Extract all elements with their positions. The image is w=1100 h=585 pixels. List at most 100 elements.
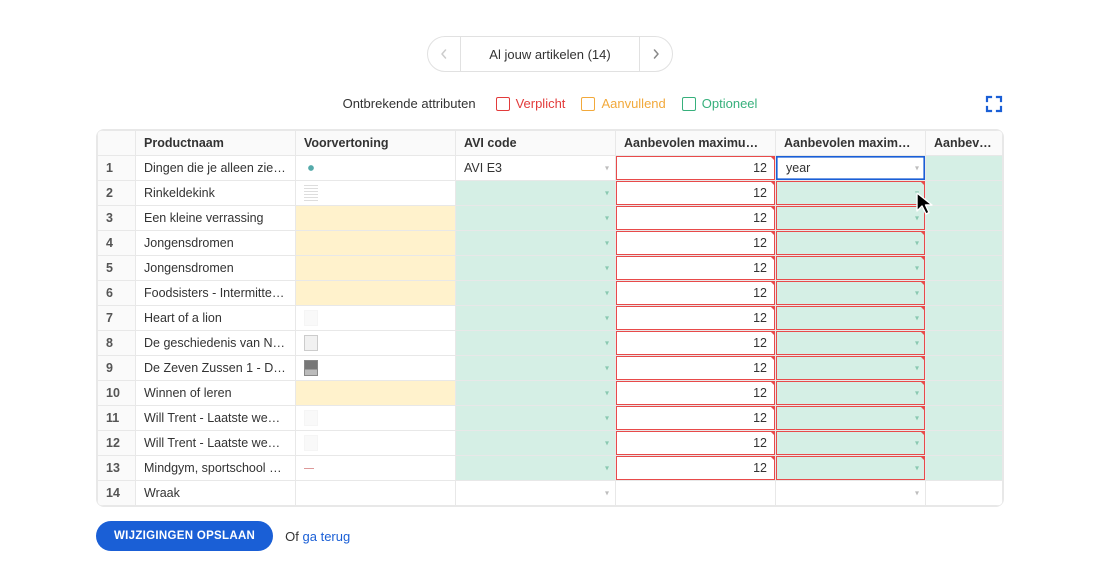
cell-age-unit-dropdown[interactable]	[776, 231, 926, 256]
cell-age-unit-dropdown[interactable]	[776, 481, 926, 506]
cell-thumbnail[interactable]	[296, 181, 456, 206]
cell-avi-dropdown[interactable]	[456, 331, 616, 356]
cell-age-unit-dropdown[interactable]	[776, 181, 926, 206]
back-link[interactable]: ga terug	[303, 529, 351, 544]
cell-avi-dropdown[interactable]	[456, 356, 616, 381]
cell-productnaam[interactable]: De Zeven Zussen 1 - De zev...	[136, 356, 296, 381]
cell-max-age[interactable]	[616, 481, 776, 506]
cell-thumbnail[interactable]	[296, 406, 456, 431]
col-header-name[interactable]: Productnaam	[136, 131, 296, 156]
cell-age-unit-dropdown[interactable]	[776, 256, 926, 281]
cell-age-unit-dropdown[interactable]	[776, 381, 926, 406]
cell-min-age[interactable]	[926, 231, 1003, 256]
col-header-last[interactable]: Aanbevolen min	[926, 131, 1003, 156]
cell-thumbnail[interactable]	[296, 456, 456, 481]
cell-avi-dropdown[interactable]	[456, 456, 616, 481]
row-index: 5	[98, 256, 136, 281]
cell-thumbnail[interactable]	[296, 231, 456, 256]
cell-thumbnail[interactable]	[296, 156, 456, 181]
cell-max-age[interactable]: 12	[616, 281, 776, 306]
pager-prev-button[interactable]	[427, 36, 461, 72]
cell-age-unit-dropdown[interactable]	[776, 306, 926, 331]
cell-min-age[interactable]	[926, 156, 1003, 181]
thumbnail-icon	[304, 410, 318, 426]
cell-productnaam[interactable]: Will Trent - Laatste weduwe	[136, 431, 296, 456]
cell-max-age[interactable]: 12	[616, 406, 776, 431]
cell-thumbnail[interactable]	[296, 331, 456, 356]
col-header-thumb[interactable]: Voorvertoning	[296, 131, 456, 156]
cell-min-age[interactable]	[926, 181, 1003, 206]
cell-max-age[interactable]: 12	[616, 181, 776, 206]
cell-min-age[interactable]	[926, 481, 1003, 506]
cell-min-age[interactable]	[926, 431, 1003, 456]
cell-min-age[interactable]	[926, 206, 1003, 231]
cell-age-unit-dropdown[interactable]	[776, 356, 926, 381]
cell-thumbnail[interactable]	[296, 356, 456, 381]
pager-next-button[interactable]	[639, 36, 673, 72]
cell-avi-dropdown[interactable]	[456, 431, 616, 456]
cell-max-age[interactable]: 12	[616, 206, 776, 231]
cell-avi-dropdown[interactable]	[456, 206, 616, 231]
cell-max-age[interactable]: 12	[616, 156, 776, 181]
cell-avi-dropdown[interactable]	[456, 306, 616, 331]
cell-min-age[interactable]	[926, 381, 1003, 406]
cell-productnaam[interactable]: Will Trent - Laatste weduwe	[136, 406, 296, 431]
cell-productnaam[interactable]: De geschiedenis van Neder...	[136, 331, 296, 356]
cell-min-age[interactable]	[926, 406, 1003, 431]
cell-min-age[interactable]	[926, 456, 1003, 481]
cell-age-unit-dropdown[interactable]	[776, 331, 926, 356]
cell-thumbnail[interactable]	[296, 256, 456, 281]
cell-productnaam[interactable]: Foodsisters - Intermittent f...	[136, 281, 296, 306]
col-header-unit[interactable]: Aanbevolen maximum leeftij	[776, 131, 926, 156]
cell-min-age[interactable]	[926, 356, 1003, 381]
cell-min-age[interactable]	[926, 256, 1003, 281]
col-header-avi[interactable]: AVI code	[456, 131, 616, 156]
save-button[interactable]: WIJZIGINGEN OPSLAAN	[96, 521, 273, 551]
cell-avi-dropdown[interactable]	[456, 381, 616, 406]
cell-productnaam[interactable]: Mindgym, sportschool voor...	[136, 456, 296, 481]
cell-thumbnail[interactable]	[296, 206, 456, 231]
checkbox-verplicht[interactable]: Verplicht	[496, 96, 566, 111]
cell-thumbnail[interactable]	[296, 431, 456, 456]
cell-max-age[interactable]: 12	[616, 431, 776, 456]
cell-productnaam[interactable]: Jongensdromen	[136, 231, 296, 256]
cell-min-age[interactable]	[926, 306, 1003, 331]
cell-thumbnail[interactable]	[296, 381, 456, 406]
cell-max-age[interactable]: 12	[616, 306, 776, 331]
cell-age-unit-dropdown[interactable]	[776, 456, 926, 481]
cell-avi-dropdown[interactable]	[456, 231, 616, 256]
checkbox-optioneel[interactable]: Optioneel	[682, 96, 758, 111]
cell-age-unit-dropdown[interactable]	[776, 281, 926, 306]
cell-avi-dropdown[interactable]	[456, 256, 616, 281]
cell-productnaam[interactable]: Een kleine verrassing	[136, 206, 296, 231]
cell-productnaam[interactable]: Dingen die je alleen ziet als...	[136, 156, 296, 181]
cell-min-age[interactable]	[926, 281, 1003, 306]
expand-button[interactable]	[984, 94, 1004, 114]
cell-avi-dropdown[interactable]	[456, 406, 616, 431]
cell-max-age[interactable]: 12	[616, 231, 776, 256]
cell-productnaam[interactable]: Heart of a lion	[136, 306, 296, 331]
cell-age-unit-dropdown[interactable]	[776, 431, 926, 456]
cell-productnaam[interactable]: Jongensdromen	[136, 256, 296, 281]
cell-thumbnail[interactable]	[296, 306, 456, 331]
cell-max-age[interactable]: 12	[616, 381, 776, 406]
cell-avi-dropdown[interactable]	[456, 181, 616, 206]
cell-productnaam[interactable]: Wraak	[136, 481, 296, 506]
cell-productnaam[interactable]: Rinkeldekink	[136, 181, 296, 206]
cell-min-age[interactable]	[926, 331, 1003, 356]
cell-thumbnail[interactable]	[296, 281, 456, 306]
cell-age-unit-dropdown[interactable]: year	[776, 156, 926, 181]
cell-age-unit-dropdown[interactable]	[776, 206, 926, 231]
cell-avi-dropdown[interactable]: AVI E3	[456, 156, 616, 181]
cell-avi-dropdown[interactable]	[456, 481, 616, 506]
cell-avi-dropdown[interactable]	[456, 281, 616, 306]
cell-age-unit-dropdown[interactable]	[776, 406, 926, 431]
cell-max-age[interactable]: 12	[616, 256, 776, 281]
checkbox-aanvullend[interactable]: Aanvullend	[581, 96, 665, 111]
cell-max-age[interactable]: 12	[616, 456, 776, 481]
cell-productnaam[interactable]: Winnen of leren	[136, 381, 296, 406]
cell-max-age[interactable]: 12	[616, 356, 776, 381]
cell-thumbnail[interactable]	[296, 481, 456, 506]
col-header-age[interactable]: Aanbevolen maximum leeftij	[616, 131, 776, 156]
cell-max-age[interactable]: 12	[616, 331, 776, 356]
